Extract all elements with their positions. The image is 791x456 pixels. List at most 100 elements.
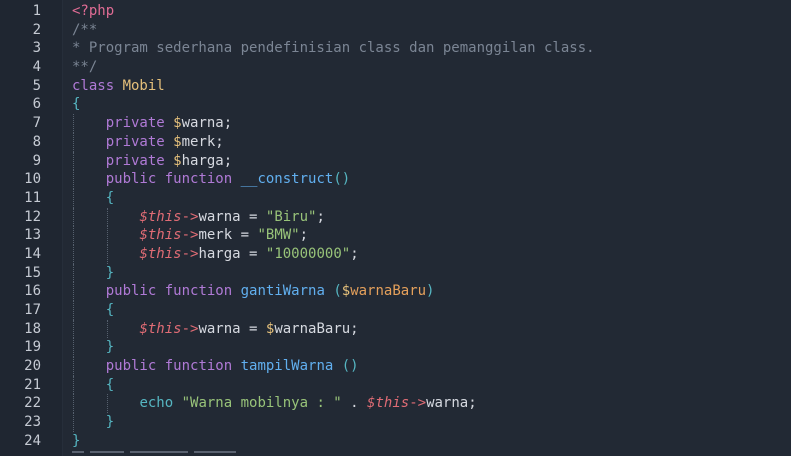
code-token: warna =: [198, 320, 266, 337]
code-token: harga =: [198, 245, 266, 262]
code-line[interactable]: 19 }: [0, 338, 791, 358]
code-text: public function __construct(): [72, 170, 350, 189]
code-token: }: [105, 339, 115, 356]
code-line[interactable]: 20 public function tampilWarna (): [0, 357, 791, 376]
line-number: 24: [24, 432, 41, 449]
code-token: ;: [350, 245, 359, 262]
line-number: 8: [32, 133, 41, 150]
line-number: 7: [32, 115, 41, 132]
line-number: 12: [24, 208, 41, 225]
code-token: {: [105, 189, 115, 206]
line-number: 19: [24, 339, 41, 356]
code-line[interactable]: 6{: [0, 95, 791, 114]
code-line[interactable]: 16 public function gantiWarna ($warnaBar…: [0, 282, 791, 301]
code-token: }: [105, 414, 115, 431]
code-line[interactable]: 21 {: [0, 375, 791, 395]
code-line[interactable]: 12 $this->warna = "Biru";: [0, 207, 791, 227]
code-line[interactable]: 1 <?php: [0, 2, 791, 21]
code-token: __construct: [240, 171, 334, 188]
code-text: $this->merk = "BMW";: [72, 226, 308, 245]
code-token: function: [164, 171, 241, 188]
code-token: warna;: [181, 115, 233, 132]
code-token: $this: [139, 208, 182, 225]
code-line[interactable]: 10 public function __construct(): [0, 170, 791, 189]
code-token: $this: [139, 227, 182, 244]
code-token: harga;: [181, 152, 233, 169]
code-token: merk =: [198, 227, 258, 244]
code-line[interactable]: 17 {: [0, 301, 791, 320]
code-token: $: [173, 133, 182, 150]
code-text: private $harga;: [72, 152, 232, 171]
line-number: 18: [24, 320, 41, 337]
code-token: **/: [72, 59, 98, 76]
line-number: 13: [24, 227, 41, 244]
line-number: 15: [24, 264, 41, 281]
code-text: {: [72, 189, 114, 208]
line-number: 6: [32, 96, 41, 113]
code-token: private: [105, 133, 174, 150]
code-editor[interactable]: 1 <?php 2 /** 3 * Program sederhana pendefini…: [0, 0, 791, 456]
code-line[interactable]: 2 /**: [0, 21, 791, 40]
code-line[interactable]: 9 private $harga;: [0, 151, 791, 171]
code-token: warna =: [198, 208, 266, 225]
code-text: private $merk;: [72, 133, 224, 152]
code-token: (): [341, 358, 359, 375]
line-number: 5: [32, 77, 41, 94]
code-token: function: [164, 358, 241, 375]
code-line[interactable]: 7 private $warna;: [0, 114, 791, 133]
code-token: "Warna mobilnya : ": [181, 395, 342, 412]
code-line[interactable]: 18 $this->warna = $warnaBaru;: [0, 319, 791, 339]
code-token: merk;: [181, 133, 224, 150]
code-token: (: [333, 283, 342, 300]
code-line[interactable]: 3 * Program sederhana pendefinisian class…: [0, 39, 791, 58]
code-token: ->: [181, 320, 199, 337]
line-number: 2: [32, 21, 41, 38]
code-token: warna;: [426, 395, 477, 412]
code-text: }: [72, 338, 114, 357]
code-line[interactable]: 5 class Mobil: [0, 77, 791, 96]
code-token: * Program sederhana pendefinisian class …: [72, 40, 595, 57]
code-token: ->: [181, 245, 199, 262]
code-token: ;: [316, 208, 325, 225]
code-text: <?php: [72, 2, 114, 21]
code-line[interactable]: 15 }: [0, 263, 791, 283]
code-line[interactable]: 13 $this->merk = "BMW";: [0, 226, 791, 245]
code-text: $this->harga = "10000000";: [72, 245, 359, 264]
code-token: public: [105, 171, 165, 188]
code-text: **/: [72, 58, 97, 77]
code-text: /**: [72, 21, 97, 40]
code-line[interactable]: 11 {: [0, 188, 791, 208]
line-number: 21: [24, 376, 41, 393]
code-token: .: [341, 395, 368, 412]
code-text: }: [72, 264, 114, 283]
code-line[interactable]: 4 **/: [0, 58, 791, 77]
code-text: {: [72, 376, 114, 395]
code-token: class: [72, 77, 123, 94]
code-token: ;: [299, 227, 309, 244]
code-text: }: [72, 413, 114, 432]
code-token: $this: [367, 395, 410, 412]
code-token: warnaBaru;: [274, 320, 359, 337]
code-line[interactable]: 14 $this->harga = "10000000";: [0, 244, 791, 264]
code-line[interactable]: 22 echo "Warna mobilnya : " . $this->war…: [0, 394, 791, 414]
code-line[interactable]: 24}: [0, 432, 791, 451]
partially-visible-line: [72, 451, 292, 456]
code-token: public: [105, 283, 165, 300]
line-number: 11: [24, 189, 41, 206]
code-token: ->: [181, 208, 199, 225]
code-token: $: [173, 152, 182, 169]
code-line[interactable]: 23 }: [0, 413, 791, 432]
line-number: 1: [32, 3, 41, 19]
code-token: echo: [139, 395, 182, 412]
code-line[interactable]: 8 private $merk;: [0, 132, 791, 152]
line-number: 23: [24, 414, 41, 431]
